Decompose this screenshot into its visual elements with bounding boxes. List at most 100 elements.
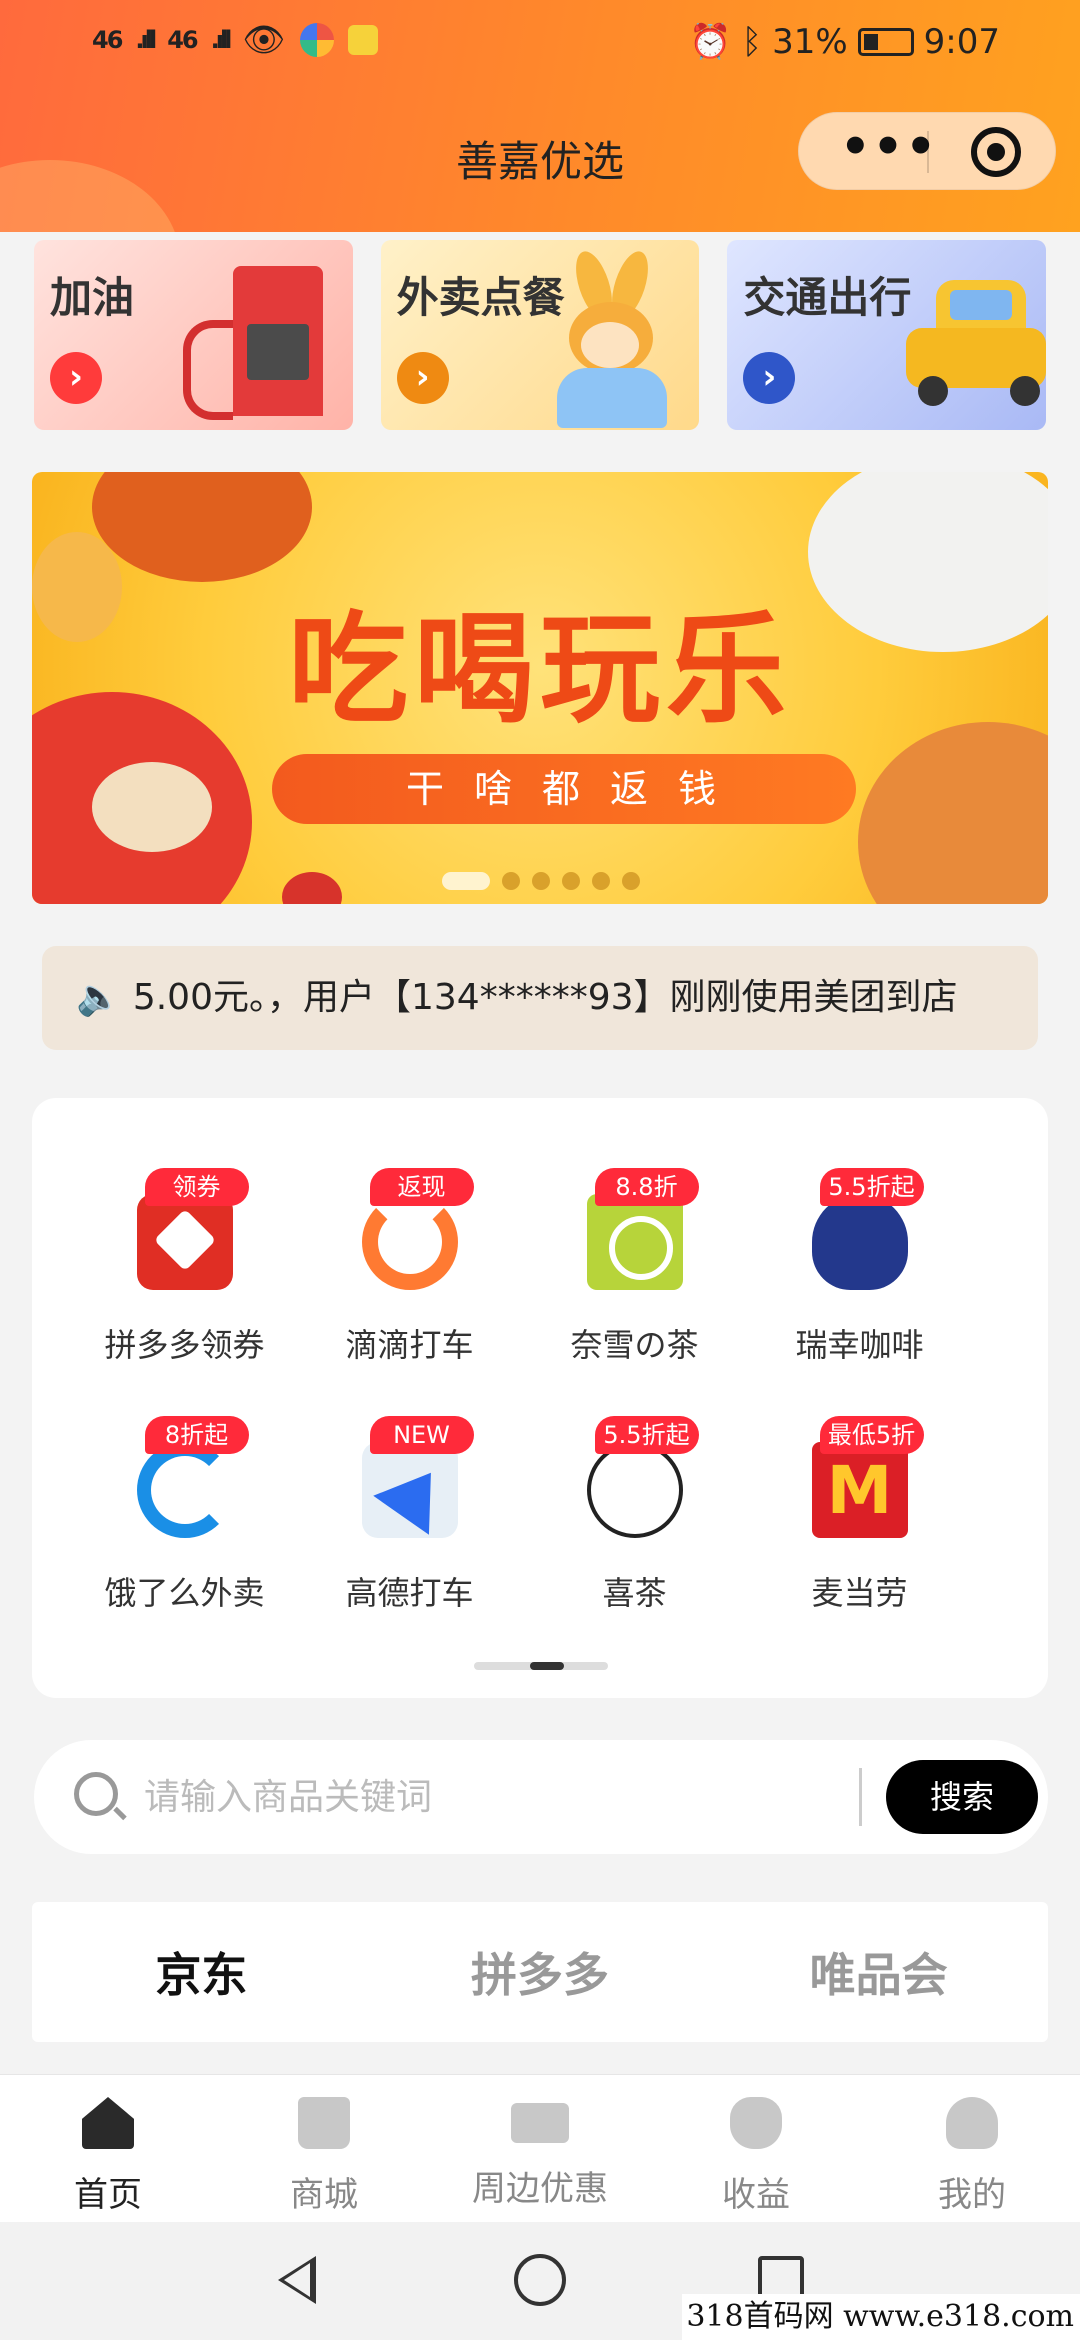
service-grid: 领券 拼多多领券 返现 滴滴打车 8.8折 奈雪の茶 5.5折起 瑞幸咖啡 8折… — [72, 1168, 972, 1612]
status-left: 46 .ıll 46 .ıll 👁 — [92, 20, 378, 60]
service-grid-card: 领券 拼多多领券 返现 滴滴打车 8.8折 奈雪の茶 5.5折起 瑞幸咖啡 8折… — [32, 1098, 1048, 1698]
clock: 9:07 — [923, 22, 1000, 62]
carousel-dot[interactable] — [562, 872, 580, 890]
service-label: 喜茶 — [602, 1574, 667, 1612]
card-takeout[interactable]: 外卖点餐 › — [380, 240, 700, 430]
status-right: ⏰ ᛒ 31% 9:07 — [689, 22, 1000, 62]
strawberry-image — [282, 872, 342, 904]
eye-icon: 👁 — [242, 20, 286, 60]
tabbar-mall[interactable]: 商城 — [216, 2075, 432, 2222]
carousel-dot-active[interactable] — [442, 872, 490, 890]
battery-percent: 31% — [772, 22, 848, 62]
bluetooth-icon: ᛒ — [741, 22, 763, 62]
grid-scroll-thumb — [530, 1662, 564, 1670]
card-label: 加油 — [50, 273, 135, 322]
capsule-divider — [927, 131, 929, 173]
signal-bars-icon: .ıll — [135, 26, 157, 54]
service-heytea[interactable]: 5.5折起 喜茶 — [522, 1416, 747, 1612]
search-bar: 搜索 — [34, 1740, 1048, 1854]
card-label: 外卖点餐 — [396, 273, 565, 322]
signal-bars-icon-2: .ıll — [210, 26, 233, 54]
money-bag-icon — [730, 2097, 782, 2149]
coupon-icon — [511, 2103, 569, 2143]
tabbar-label: 收益 — [722, 2175, 790, 2215]
category-cards: 加油 › 外卖点餐 › 交通出行 › — [34, 240, 1047, 430]
carousel-dot[interactable] — [532, 872, 550, 890]
more-button[interactable]: ••• — [829, 119, 949, 175]
carousel-dot[interactable] — [622, 872, 640, 890]
service-didi[interactable]: 返现 滴滴打车 — [297, 1168, 522, 1364]
search-button[interactable]: 搜索 — [886, 1760, 1038, 1834]
app-notification-icon-2 — [347, 25, 378, 55]
service-nayuki[interactable]: 8.8折 奈雪の茶 — [522, 1168, 747, 1364]
tab-pinduoduo[interactable]: 拼多多 — [371, 1939, 710, 2005]
service-mcdonalds[interactable]: 最低5折 麦当劳 — [747, 1416, 972, 1612]
chevron-right-icon: › — [396, 352, 449, 404]
search-input[interactable] — [144, 1764, 874, 1830]
card-transport[interactable]: 交通出行 › — [727, 240, 1047, 430]
promo-badge: 5.5折起 — [819, 1168, 924, 1206]
miniprogram-capsule: ••• — [798, 112, 1056, 190]
eleme-icon — [136, 1442, 233, 1538]
bottom-tabbar: 首页 商城 周边优惠 收益 我的 — [0, 2074, 1080, 2222]
service-label: 滴滴打车 — [345, 1326, 474, 1364]
tabbar-mine[interactable]: 我的 — [864, 2075, 1080, 2222]
tabbar-home[interactable]: 首页 — [0, 2075, 216, 2222]
close-miniprogram-button[interactable] — [971, 127, 1021, 177]
pizza-image — [858, 722, 1048, 904]
tabbar-label: 首页 — [74, 2175, 142, 2215]
promo-badge: NEW — [369, 1416, 474, 1454]
banner-headline: 吃喝玩乐 — [288, 601, 792, 740]
promo-banner[interactable]: 吃喝玩乐 干啥都返钱 — [32, 472, 1048, 904]
alarm-icon: ⏰ — [689, 22, 732, 62]
fuel-hose-icon — [182, 320, 233, 420]
home-circle-icon[interactable] — [514, 2254, 566, 2306]
nayuki-icon — [586, 1194, 683, 1290]
tab-jd[interactable]: 京东 — [32, 1939, 371, 2005]
speaker-icon: 🔈 — [76, 977, 121, 1018]
service-label: 拼多多领券 — [104, 1326, 265, 1364]
luckin-icon — [811, 1194, 908, 1290]
carousel-dot[interactable] — [592, 872, 610, 890]
crab-image — [92, 472, 312, 582]
notice-text: 5.00元。，用户【134******93】刚刚使用美团到店 — [132, 977, 958, 1018]
promo-badge: 返现 — [369, 1168, 474, 1206]
service-luckin[interactable]: 5.5折起 瑞幸咖啡 — [747, 1168, 972, 1364]
fuel-pump-icon — [232, 266, 323, 416]
mcdonalds-icon — [811, 1442, 908, 1538]
grid-scroll-indicator — [474, 1662, 608, 1670]
carousel-dot[interactable] — [502, 872, 520, 890]
service-label: 瑞幸咖啡 — [795, 1326, 924, 1364]
shopping-bag-icon — [298, 2097, 350, 2149]
tabbar-label: 商城 — [290, 2175, 358, 2215]
service-pinduoduo[interactable]: 领券 拼多多领券 — [72, 1168, 297, 1364]
system-navigation-bar: 318首码网 www.e318.com — [0, 2222, 1080, 2340]
didi-icon — [361, 1194, 458, 1290]
status-bar: 46 .ıll 46 .ıll 👁 ⏰ ᛒ 31% 9:07 — [0, 0, 1080, 86]
pinduoduo-icon — [136, 1194, 233, 1290]
notice-marquee: 🔈 5.00元。，用户【134******93】刚刚使用美团到店 — [42, 946, 1038, 1050]
watermark: 318首码网 www.e318.com — [682, 2294, 1080, 2340]
promo-badge: 8.8折 — [594, 1168, 699, 1206]
service-label: 麦当劳 — [811, 1574, 908, 1612]
header: 46 .ıll 46 .ıll 👁 ⏰ ᛒ 31% 9:07 善嘉优选 ••• — [0, 0, 1080, 232]
app-notification-icon — [299, 23, 334, 57]
home-icon — [82, 2097, 134, 2149]
chevron-right-icon: › — [743, 352, 796, 404]
card-fuel[interactable]: 加油 › — [34, 240, 353, 430]
search-divider — [859, 1768, 862, 1826]
tabbar-nearby-deals[interactable]: 周边优惠 — [432, 2075, 648, 2222]
service-amap[interactable]: NEW 高德打车 — [297, 1416, 522, 1612]
tabbar-earnings[interactable]: 收益 — [648, 2075, 864, 2222]
battery-icon — [857, 28, 914, 56]
platform-tabs: 京东 拼多多 唯品会 — [32, 1902, 1048, 2042]
bread-image — [92, 762, 212, 852]
service-label: 高德打车 — [345, 1574, 474, 1612]
search-icon — [74, 1772, 118, 1816]
amap-icon — [361, 1442, 458, 1538]
service-label: 饿了么外卖 — [104, 1574, 265, 1612]
tab-vipshop[interactable]: 唯品会 — [709, 1939, 1048, 2005]
service-eleme[interactable]: 8折起 饿了么外卖 — [72, 1416, 297, 1612]
heytea-icon — [586, 1442, 683, 1538]
back-icon[interactable] — [278, 2256, 316, 2304]
